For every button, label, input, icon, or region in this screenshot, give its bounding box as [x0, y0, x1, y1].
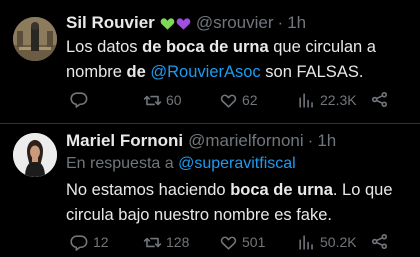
display-name[interactable]: Sil Rouvier — [66, 13, 155, 33]
emoji-group — [160, 16, 191, 31]
retweet-count: 128 — [166, 234, 190, 250]
reply-button[interactable] — [70, 90, 93, 109]
retweet-button[interactable]: 60 — [143, 90, 182, 110]
share-icon — [371, 233, 388, 250]
avatar[interactable] — [13, 17, 57, 61]
text-run: circula bajo nuestro nombre es fake. — [66, 206, 332, 224]
action-bar: 60 62 22.3K — [66, 90, 406, 114]
views-count: 22.3K — [320, 92, 357, 108]
reply-to-link[interactable]: @superavitfiscal — [178, 155, 296, 172]
green-heart-icon — [160, 17, 175, 30]
tweet-header: Mariel Fornoni @marielfornoni · 1h — [66, 131, 336, 151]
share-icon — [371, 91, 388, 108]
heart-icon — [220, 236, 237, 250]
avatar[interactable] — [13, 133, 57, 177]
purple-heart-icon — [176, 17, 191, 30]
tweet-line: Los datos de boca de urna que circulan a — [66, 35, 376, 60]
reply-count: 12 — [93, 234, 109, 250]
like-button[interactable]: 501 — [219, 232, 265, 252]
reply-icon — [70, 92, 88, 108]
tweet-text: No estamos haciendo boca de urna. Lo que… — [66, 178, 393, 228]
like-button[interactable]: 62 — [219, 90, 258, 110]
display-name[interactable]: Mariel Fornoni — [66, 131, 183, 151]
reply-icon — [70, 234, 88, 251]
like-count: 501 — [242, 234, 266, 250]
handle[interactable]: @marielfornoni — [188, 131, 304, 151]
views-button[interactable]: 22.3K — [297, 90, 357, 110]
tweet[interactable]: Mariel Fornoni @marielfornoni · 1h En re… — [0, 124, 420, 257]
text-run: . Lo que — [332, 181, 393, 199]
separator-dot: · — [277, 13, 284, 32]
text-run: son FALSAS. — [260, 63, 364, 81]
share-button[interactable] — [370, 232, 389, 251]
text-run: Los datos — [66, 38, 143, 56]
retweet-count: 60 — [166, 92, 182, 108]
tweet-line: circula bajo nuestro nombre es fake. — [66, 203, 393, 228]
avatar-image — [13, 17, 57, 61]
tweet-line: No estamos haciendo boca de urna. Lo que — [66, 178, 393, 203]
text-run: nombre — [66, 63, 127, 81]
timestamp[interactable]: 1h — [317, 131, 336, 151]
heart-icon — [220, 94, 237, 108]
avatar-image — [13, 133, 57, 177]
mention-link[interactable]: @RouvierAsoc — [150, 63, 260, 81]
like-count: 62 — [242, 92, 258, 108]
separator-dot: · — [307, 131, 314, 150]
views-icon — [299, 92, 313, 108]
tweet-line: nombre de @RouvierAsoc son FALSAS. — [66, 60, 376, 85]
views-button[interactable]: 50.2K — [297, 232, 357, 252]
reply-button[interactable]: 12 — [70, 232, 109, 252]
bold-text: boca de urna — [230, 181, 333, 199]
retweet-icon — [143, 95, 162, 105]
bold-text: de — [126, 63, 146, 81]
tweet-text: Los datos de boca de urna que circulan a… — [66, 35, 376, 85]
views-count: 50.2K — [320, 234, 357, 250]
text-run: No estamos haciendo — [66, 181, 231, 199]
text-run: que circulan a — [268, 38, 376, 56]
views-icon — [299, 234, 313, 250]
reply-to-label: En respuesta a — [66, 155, 179, 172]
action-bar: 12 128 501 50.2K — [66, 232, 406, 256]
retweet-button[interactable]: 128 — [143, 232, 189, 252]
tweet-header: Sil Rouvier @srouvier · 1h — [66, 13, 306, 33]
share-button[interactable] — [370, 90, 389, 109]
retweet-icon — [143, 237, 162, 247]
tweet[interactable]: Sil Rouvier @srouvier · 1h Los datos de … — [0, 0, 420, 123]
bold-text: de boca de urna — [142, 38, 269, 56]
timestamp[interactable]: 1h — [287, 13, 306, 33]
reply-context: En respuesta a @superavitfiscal — [66, 154, 296, 174]
handle[interactable]: @srouvier — [196, 13, 274, 33]
